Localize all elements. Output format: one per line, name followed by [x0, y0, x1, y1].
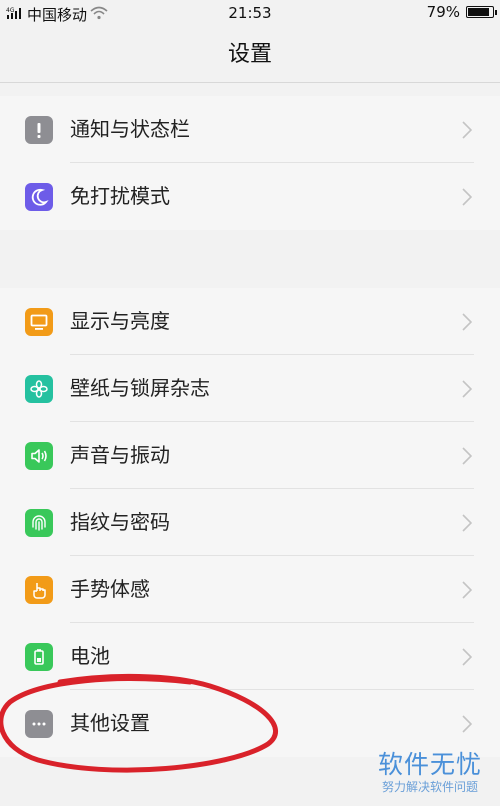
chevron-right-icon [462, 187, 473, 207]
battery-percent: 79% [426, 3, 460, 21]
battery-status-icon [466, 6, 497, 18]
settings-group-1: 通知与状态栏 免打扰模式 [0, 96, 500, 230]
settings-item-sound[interactable]: 声音与振动 [0, 422, 500, 489]
settings-item-other[interactable]: 其他设置 [0, 690, 500, 757]
settings-item-fingerprint[interactable]: 指纹与密码 [0, 489, 500, 556]
settings-item-label: 显示与亮度 [70, 309, 170, 333]
watermark-subtitle: 努力解决软件问题 [381, 780, 478, 794]
settings-item-gestures[interactable]: 手势体感 [0, 556, 500, 623]
hand-icon [25, 576, 53, 604]
settings-item-battery[interactable]: 电池 [0, 623, 500, 690]
chevron-right-icon [462, 647, 473, 667]
battery-fill [468, 8, 489, 16]
moon-icon [25, 183, 53, 211]
settings-item-display[interactable]: 显示与亮度 [0, 288, 500, 355]
chevron-right-icon [462, 714, 473, 734]
settings-group-2: 显示与亮度 壁纸与锁屏杂志 声音与振动 指纹与密码 手势体感 电池 其他设置 [0, 288, 500, 757]
chevron-right-icon [462, 379, 473, 399]
settings-item-label: 通知与状态栏 [70, 117, 190, 141]
status-bar: 4G 中国移动 21:53 79% [0, 0, 500, 28]
settings-item-wallpaper[interactable]: 壁纸与锁屏杂志 [0, 355, 500, 422]
settings-item-label: 其他设置 [70, 711, 150, 735]
battery-icon [25, 643, 53, 671]
chevron-right-icon [462, 513, 473, 533]
flower-icon [25, 375, 53, 403]
settings-item-do-not-disturb[interactable]: 免打扰模式 [0, 163, 500, 230]
watermark: 软件无忧 努力解决软件问题 [374, 750, 486, 794]
chevron-right-icon [462, 446, 473, 466]
page-title: 设置 [0, 28, 500, 83]
settings-item-label: 电池 [70, 644, 110, 668]
display-icon [25, 308, 53, 336]
settings-item-notifications[interactable]: 通知与状态栏 [0, 96, 500, 163]
settings-item-label: 声音与振动 [70, 443, 170, 467]
settings-item-label: 指纹与密码 [70, 510, 170, 534]
status-right: 79% [426, 3, 497, 21]
chevron-right-icon [462, 580, 473, 600]
chevron-right-icon [462, 120, 473, 140]
settings-item-label: 免打扰模式 [70, 184, 170, 208]
chevron-right-icon [462, 312, 473, 332]
more-icon [25, 710, 53, 738]
speaker-icon [25, 442, 53, 470]
settings-item-label: 壁纸与锁屏杂志 [70, 376, 210, 400]
exclamation-icon [25, 116, 53, 144]
settings-item-label: 手势体感 [70, 577, 150, 601]
fingerprint-icon [25, 509, 53, 537]
watermark-title: 软件无忧 [377, 750, 482, 779]
status-time: 21:53 [228, 4, 272, 22]
